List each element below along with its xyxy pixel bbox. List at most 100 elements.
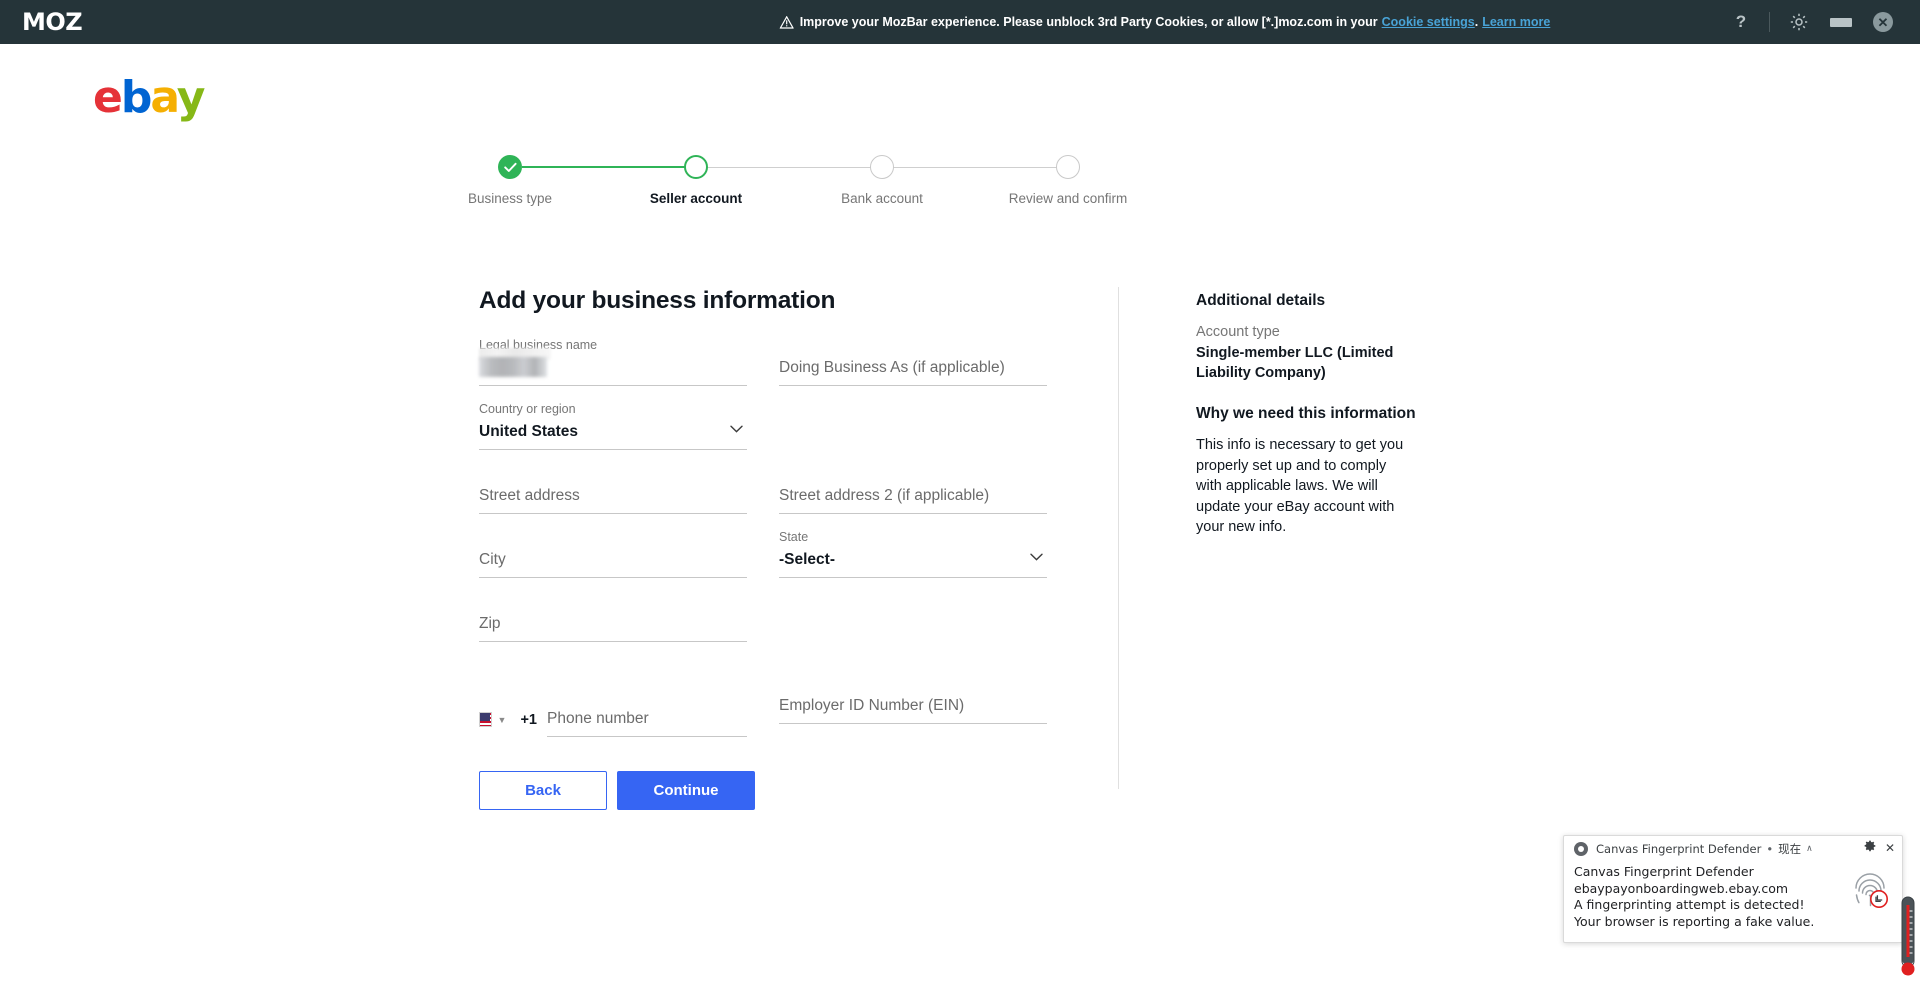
- toast-line-2: Your browser is reporting a fake value.: [1574, 914, 1892, 931]
- zip-label: [479, 593, 747, 610]
- street-address-field: [479, 465, 747, 527]
- ein-cell: [779, 675, 1047, 737]
- country-cell: Country or region: [479, 401, 747, 463]
- account-type-label: Account type: [1196, 324, 1456, 340]
- chevron-down-icon[interactable]: ▼: [498, 715, 507, 725]
- phone-field: ▼ +1: [479, 675, 747, 737]
- stepper-label-seller-account: Seller account: [636, 191, 756, 207]
- form-row-country: Country or region: [479, 401, 1119, 463]
- learn-more-link[interactable]: Learn more: [1482, 15, 1550, 29]
- additional-details-panel: Additional details Account type Single-m…: [1196, 292, 1456, 538]
- gear-icon[interactable]: [1778, 12, 1820, 32]
- state-select-wrap: [779, 546, 1047, 578]
- warning-icon: [780, 16, 794, 29]
- form-row-name: Legal business name: [479, 337, 1119, 399]
- mozbar: MOZ Improve your MozBar experience. Plea…: [0, 0, 1920, 44]
- ein-label: [779, 675, 1047, 692]
- chrome-extension-icon: [1574, 842, 1588, 856]
- dba-cell: [779, 337, 1047, 399]
- page-content: ebay Business type Seller account Bank a…: [0, 44, 1920, 937]
- dba-field: [779, 337, 1047, 399]
- toast-domain: ebaypayonboardingweb.ebay.com: [1574, 881, 1892, 898]
- check-icon: [504, 162, 517, 173]
- ebay-logo-letter-b: b: [121, 72, 151, 123]
- redaction-overlay: [479, 357, 547, 377]
- close-icon[interactable]: ✕: [1885, 841, 1895, 855]
- street-address-2-cell: [779, 465, 1047, 527]
- legal-business-name-field: Legal business name: [479, 337, 747, 399]
- why-we-need-title: Why we need this information: [1196, 405, 1456, 423]
- country-select-wrap: [479, 418, 747, 450]
- mozbar-notice-text: Improve your MozBar experience. Please u…: [800, 15, 1378, 29]
- zip-cell: [479, 593, 747, 655]
- toolbar-divider: [1769, 12, 1770, 32]
- state-select[interactable]: [779, 546, 1047, 578]
- progress-stepper: Business type Seller account Bank accoun…: [490, 149, 1230, 239]
- zip-field: [479, 593, 747, 655]
- toast-title: Canvas Fingerprint Defender: [1574, 864, 1892, 881]
- city-cell: [479, 529, 747, 591]
- city-label: [479, 529, 747, 546]
- stepper-label-bank-account: Bank account: [822, 191, 942, 207]
- ein-field: [779, 675, 1047, 737]
- stepper-track: [490, 149, 1230, 185]
- notification-toast[interactable]: Canvas Fingerprint Defender • 现在 ∧ ✕ Can…: [1563, 835, 1903, 943]
- us-flag-icon[interactable]: [479, 712, 492, 727]
- country-label: Country or region: [479, 401, 747, 418]
- state-label: State: [779, 529, 1047, 546]
- gear-icon[interactable]: [1864, 840, 1876, 855]
- phone-number-input[interactable]: [547, 705, 747, 737]
- toast-actions: ✕: [1864, 840, 1895, 855]
- help-icon[interactable]: ?: [1721, 12, 1761, 32]
- back-button[interactable]: Back: [479, 771, 607, 810]
- minimize-icon[interactable]: [1820, 18, 1862, 27]
- toast-timestamp: 现在: [1778, 841, 1801, 857]
- ebay-logo-letter-a: a: [150, 72, 176, 123]
- toast-source: Canvas Fingerprint Defender: [1596, 842, 1761, 856]
- zip-input[interactable]: [479, 610, 747, 642]
- form-row-street: [479, 465, 1119, 527]
- thermometer-icon: [1899, 895, 1917, 981]
- stepper-node-review-confirm[interactable]: [1056, 155, 1080, 179]
- street-address-cell: [479, 465, 747, 527]
- fingerprint-icon: [1848, 868, 1892, 912]
- close-icon[interactable]: ✕: [1862, 12, 1904, 32]
- street-address-label: [479, 465, 747, 482]
- street-address-2-label: [779, 465, 1047, 482]
- street-address-2-input[interactable]: [779, 482, 1047, 514]
- form-row-phone-ein: ▼ +1: [479, 675, 1119, 737]
- form-row-city-state: State: [479, 529, 1119, 591]
- chevron-up-icon[interactable]: ∧: [1806, 844, 1813, 854]
- stepper-node-seller-account[interactable]: [684, 155, 708, 179]
- city-field: [479, 529, 747, 591]
- phone-country-code: +1: [520, 712, 537, 728]
- cookie-settings-link[interactable]: Cookie settings: [1382, 15, 1475, 29]
- mozbar-notice: Improve your MozBar experience. Please u…: [780, 15, 1551, 29]
- ebay-logo-letter-y: y: [177, 72, 204, 123]
- phone-cell: ▼ +1: [479, 675, 747, 737]
- toast-line-1: A fingerprinting attempt is detected!: [1574, 897, 1892, 914]
- street-address-input[interactable]: [479, 482, 747, 514]
- city-input[interactable]: [479, 546, 747, 578]
- country-select[interactable]: [479, 418, 747, 450]
- country-field: Country or region: [479, 401, 747, 463]
- mozbar-notice-period: .: [1475, 15, 1478, 29]
- stepper-label-business-type: Business type: [450, 191, 570, 207]
- ein-input[interactable]: [779, 692, 1047, 724]
- form-row-zip: [479, 593, 1119, 655]
- stepper-segment-3: [892, 167, 1058, 168]
- continue-button[interactable]: Continue: [617, 771, 755, 810]
- stepper-segment-1: [522, 166, 686, 168]
- state-field: State: [779, 529, 1047, 591]
- toast-bullet: •: [1766, 842, 1773, 856]
- ebay-logo[interactable]: ebay: [93, 72, 203, 123]
- additional-details-title: Additional details: [1196, 292, 1456, 310]
- legal-business-name-input[interactable]: [479, 354, 747, 386]
- form-actions: Back Continue: [479, 771, 1119, 810]
- stepper-node-business-type[interactable]: [498, 155, 522, 179]
- toast-header: Canvas Fingerprint Defender • 现在 ∧ ✕: [1564, 836, 1902, 862]
- dba-label: [779, 337, 1047, 354]
- stepper-label-review-confirm: Review and confirm: [1008, 191, 1128, 207]
- dba-input[interactable]: [779, 354, 1047, 386]
- stepper-node-bank-account[interactable]: [870, 155, 894, 179]
